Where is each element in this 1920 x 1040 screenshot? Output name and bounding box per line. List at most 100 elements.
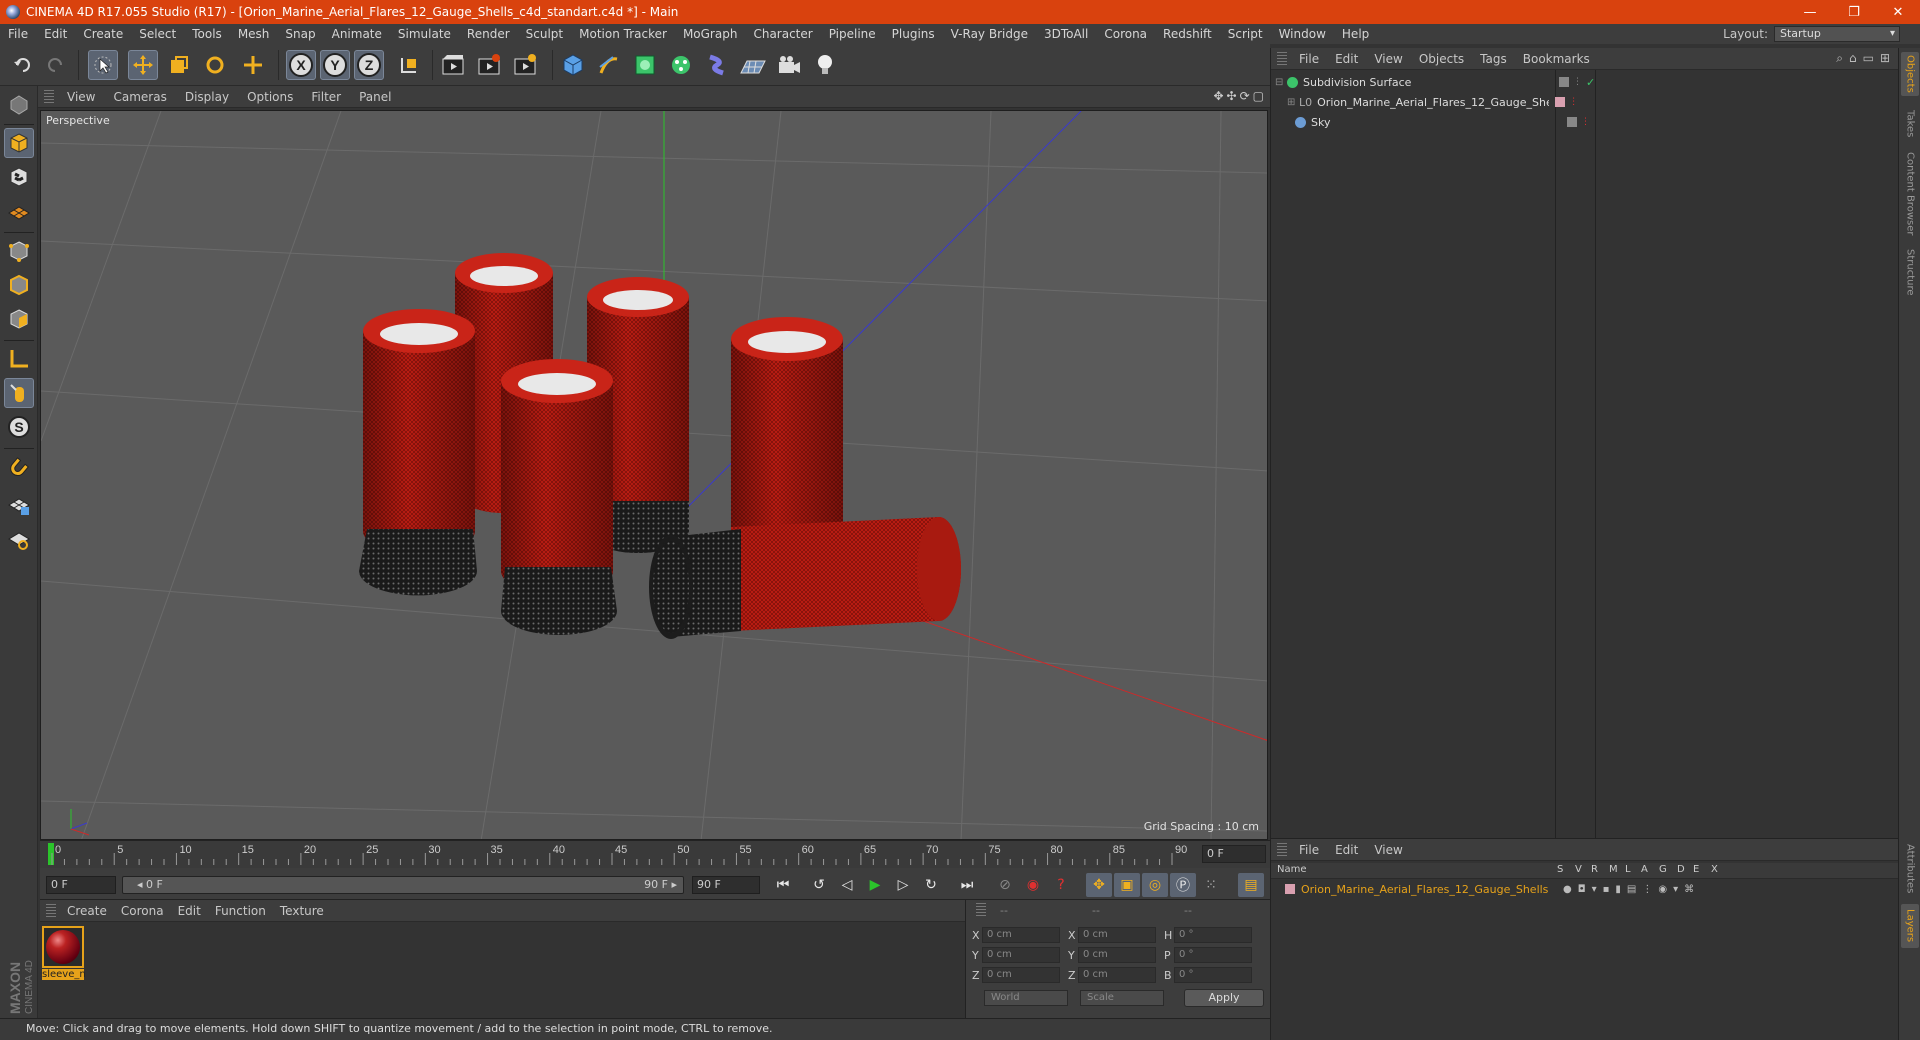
current-frame-field[interactable]: 0 F — [1202, 845, 1266, 863]
preview-range-slider[interactable]: ◂ 0 F 90 F ▸ — [122, 876, 684, 894]
rotation-b-field[interactable]: 0 ° — [1174, 967, 1252, 983]
redo-icon[interactable] — [40, 50, 70, 80]
go-to-end-icon[interactable]: ⏭ — [954, 873, 980, 897]
render-settings-icon[interactable] — [510, 50, 540, 80]
material-menu-create[interactable]: Create — [60, 904, 114, 918]
undo-icon[interactable] — [8, 50, 38, 80]
object-row-sky[interactable]: Sky ⋮ — [1271, 112, 1899, 132]
minimize-button[interactable]: — — [1788, 0, 1832, 24]
objects-menu-tags[interactable]: Tags — [1472, 52, 1515, 66]
menu-window[interactable]: Window — [1271, 27, 1334, 41]
3d-viewport[interactable]: Perspective Grid Spacing: 10 cm — [40, 110, 1268, 840]
viewport-menu-cameras[interactable]: Cameras — [104, 90, 175, 104]
menu-corona[interactable]: Corona — [1096, 27, 1155, 41]
menu-animate[interactable]: Animate — [324, 27, 390, 41]
menu-motion-tracker[interactable]: Motion Tracker — [571, 27, 675, 41]
timeline-window-icon[interactable]: ▤ — [1238, 873, 1264, 897]
subdivision-icon[interactable] — [630, 50, 660, 80]
tab-content-browser[interactable]: Content Browser — [1901, 148, 1919, 240]
size-z-field[interactable]: 0 cm — [1078, 967, 1156, 983]
viewport-menu-options[interactable]: Options — [238, 90, 302, 104]
menu-pipeline[interactable]: Pipeline — [821, 27, 884, 41]
key-scale-icon[interactable]: ▣ — [1114, 873, 1140, 897]
axis-mode-icon[interactable] — [4, 344, 34, 374]
menu-redshift[interactable]: Redshift — [1155, 27, 1220, 41]
menu-file[interactable]: File — [0, 27, 36, 41]
prev-key-icon[interactable]: ↺ — [806, 873, 832, 897]
floor-icon[interactable] — [738, 50, 768, 80]
material-menu-edit[interactable]: Edit — [171, 904, 208, 918]
viewport-move-icon[interactable]: ✣ — [1227, 89, 1237, 103]
viewport-menu-filter[interactable]: Filter — [302, 90, 350, 104]
expand-panel-icon[interactable]: ⊞ — [1880, 51, 1890, 66]
play-icon[interactable]: ▶ — [862, 873, 888, 897]
object-row-subdivision-surface[interactable]: ⊟ Subdivision Surface ⋮ ✓ — [1271, 72, 1899, 92]
tab-attributes[interactable]: Attributes — [1901, 838, 1919, 900]
key-move-icon[interactable]: ✥ — [1086, 873, 1112, 897]
end-frame-field[interactable]: 90 F — [692, 876, 760, 894]
texture-mode-icon[interactable] — [4, 162, 34, 192]
tab-layers[interactable]: Layers — [1901, 904, 1919, 948]
viewport-menu-view[interactable]: View — [58, 90, 104, 104]
rotation-h-field[interactable]: 0 ° — [1174, 927, 1252, 943]
deformer-icon[interactable] — [702, 50, 732, 80]
layers-menu-file[interactable]: File — [1291, 843, 1327, 857]
viewport-maximize-icon[interactable]: ▢ — [1253, 89, 1264, 103]
planar-workplane-icon[interactable] — [4, 524, 34, 554]
rotation-p-field[interactable]: 0 ° — [1174, 947, 1252, 963]
menu-create[interactable]: Create — [75, 27, 131, 41]
move-icon[interactable] — [128, 50, 158, 80]
layers-menu-edit[interactable]: Edit — [1327, 843, 1366, 857]
points-mode-icon[interactable] — [4, 236, 34, 266]
pen-icon[interactable] — [594, 50, 624, 80]
panel-grip-icon[interactable] — [44, 89, 54, 104]
coordinate-system-icon[interactable] — [394, 50, 424, 80]
material-grip-icon[interactable] — [46, 903, 56, 918]
scale-icon[interactable] — [164, 50, 194, 80]
light-icon[interactable] — [810, 50, 840, 80]
camera-icon[interactable] — [774, 50, 804, 80]
layer-row[interactable]: Orion_Marine_Aerial_Flares_12_Gauge_Shel… — [1271, 881, 1899, 897]
material-menu-corona[interactable]: Corona — [114, 904, 171, 918]
make-editable-icon[interactable] — [4, 90, 34, 120]
key-rotate-icon[interactable]: ◎ — [1142, 873, 1168, 897]
polygons-mode-icon[interactable] — [4, 304, 34, 334]
layer-tag-icon[interactable] — [1559, 77, 1569, 87]
close-button[interactable]: ✕ — [1876, 0, 1920, 24]
menu-mograph[interactable]: MoGraph — [675, 27, 746, 41]
visibility-dots-icon[interactable]: ⋮ — [1581, 117, 1590, 127]
key-pla-icon[interactable]: ⁙ — [1198, 873, 1224, 897]
cube-icon[interactable] — [558, 50, 588, 80]
menu-vray-bridge[interactable]: V-Ray Bridge — [943, 27, 1036, 41]
menu-tools[interactable]: Tools — [184, 27, 230, 41]
layer-flag-icons[interactable]: ●◘▾▪▮▤⋮◉▾⌘ — [1563, 884, 1700, 895]
menu-3dtoall[interactable]: 3DToAll — [1036, 27, 1096, 41]
objects-menu-objects[interactable]: Objects — [1411, 52, 1472, 66]
coordinate-mode-select[interactable]: World — [984, 990, 1068, 1006]
x-axis-button[interactable]: X — [286, 50, 316, 80]
viewport-menu-panel[interactable]: Panel — [350, 90, 400, 104]
menu-character[interactable]: Character — [745, 27, 820, 41]
position-z-field[interactable]: 0 cm — [982, 967, 1060, 983]
play-reverse-icon[interactable]: ◁ — [834, 873, 860, 897]
collapse-icon[interactable]: ⊟ — [1275, 77, 1283, 88]
tweak-mode-icon[interactable] — [4, 378, 34, 408]
position-x-field[interactable]: 0 cm — [982, 927, 1060, 943]
coord-grip-icon[interactable] — [976, 903, 986, 917]
position-y-field[interactable]: 0 cm — [982, 947, 1060, 963]
viewport-rotate-icon[interactable]: ⟳ — [1240, 89, 1250, 103]
menu-help[interactable]: Help — [1334, 27, 1377, 41]
tab-structure[interactable]: Structure — [1901, 244, 1919, 300]
menu-plugins[interactable]: Plugins — [884, 27, 943, 41]
expand-icon[interactable]: ⊞ — [1287, 97, 1295, 108]
model-mode-icon[interactable] — [4, 128, 34, 158]
live-select-icon[interactable] — [238, 50, 268, 80]
select-icon[interactable] — [88, 50, 118, 80]
layer-color-icon[interactable] — [1555, 97, 1566, 107]
objects-grip-icon[interactable] — [1277, 51, 1287, 66]
restore-button[interactable]: ❐ — [1832, 0, 1876, 24]
menu-simulate[interactable]: Simulate — [390, 27, 459, 41]
mograph-icon[interactable] — [666, 50, 696, 80]
material-menu-function[interactable]: Function — [208, 904, 273, 918]
menu-script[interactable]: Script — [1220, 27, 1271, 41]
